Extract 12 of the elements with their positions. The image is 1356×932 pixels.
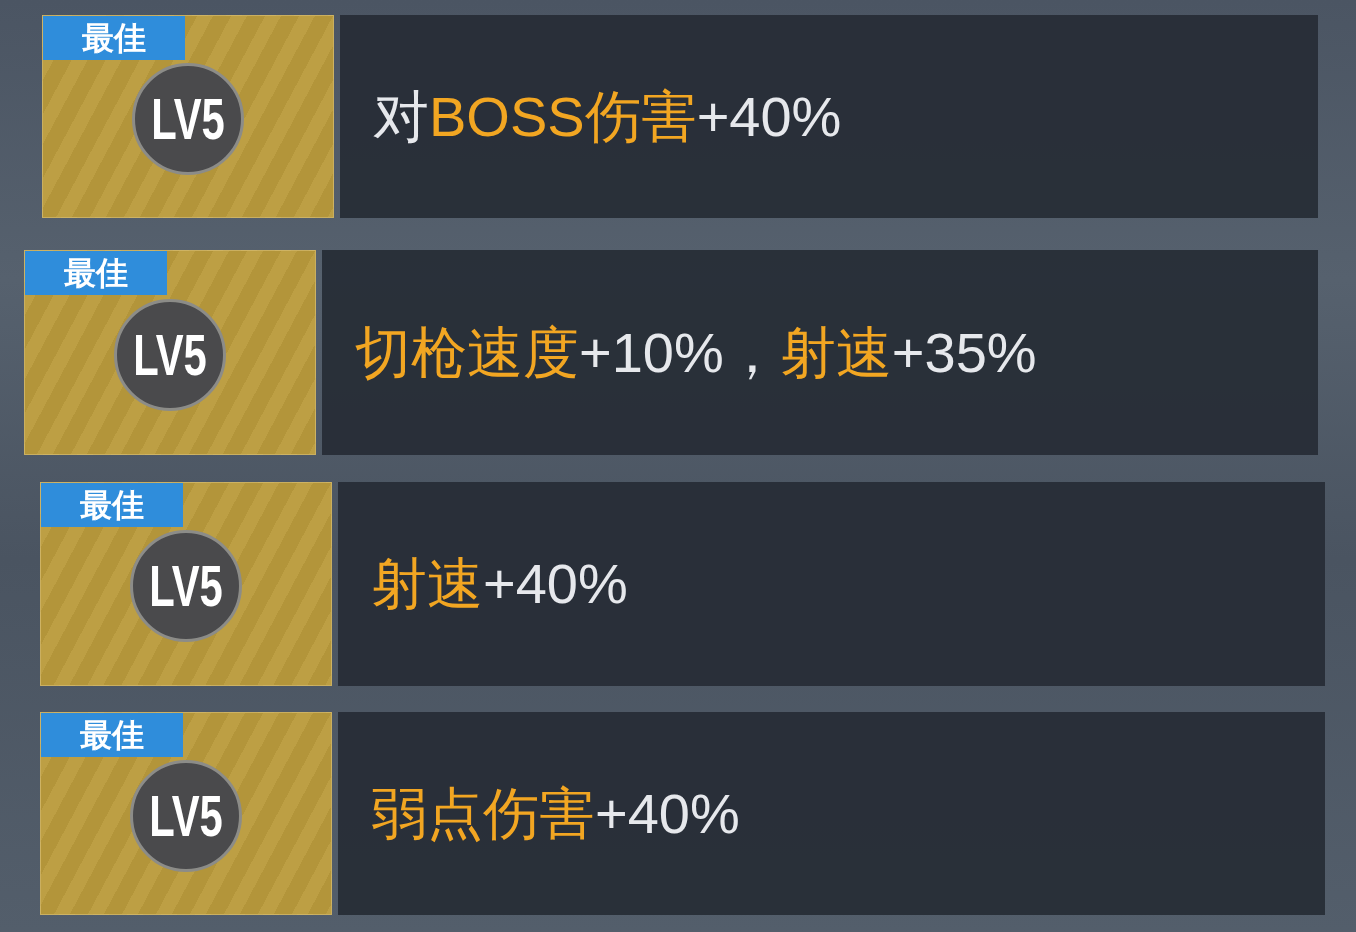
level-badge: LV5 (130, 530, 242, 642)
level-badge: LV5 (132, 62, 244, 175)
best-badge: 最佳 (43, 16, 185, 60)
perk-description: 弱点伤害+40% (371, 780, 740, 847)
perk-description: 射速+40% (371, 551, 628, 617)
best-badge: 最佳 (41, 713, 183, 757)
level-badge: LV5 (130, 759, 242, 872)
perk-description: 切枪速度+10%，射速+35% (355, 319, 1037, 386)
level-badge: LV5 (114, 298, 226, 411)
best-badge: 最佳 (41, 483, 183, 527)
best-badge: 最佳 (25, 251, 167, 295)
perk-description: 对BOSS伤害+40% (373, 83, 842, 150)
